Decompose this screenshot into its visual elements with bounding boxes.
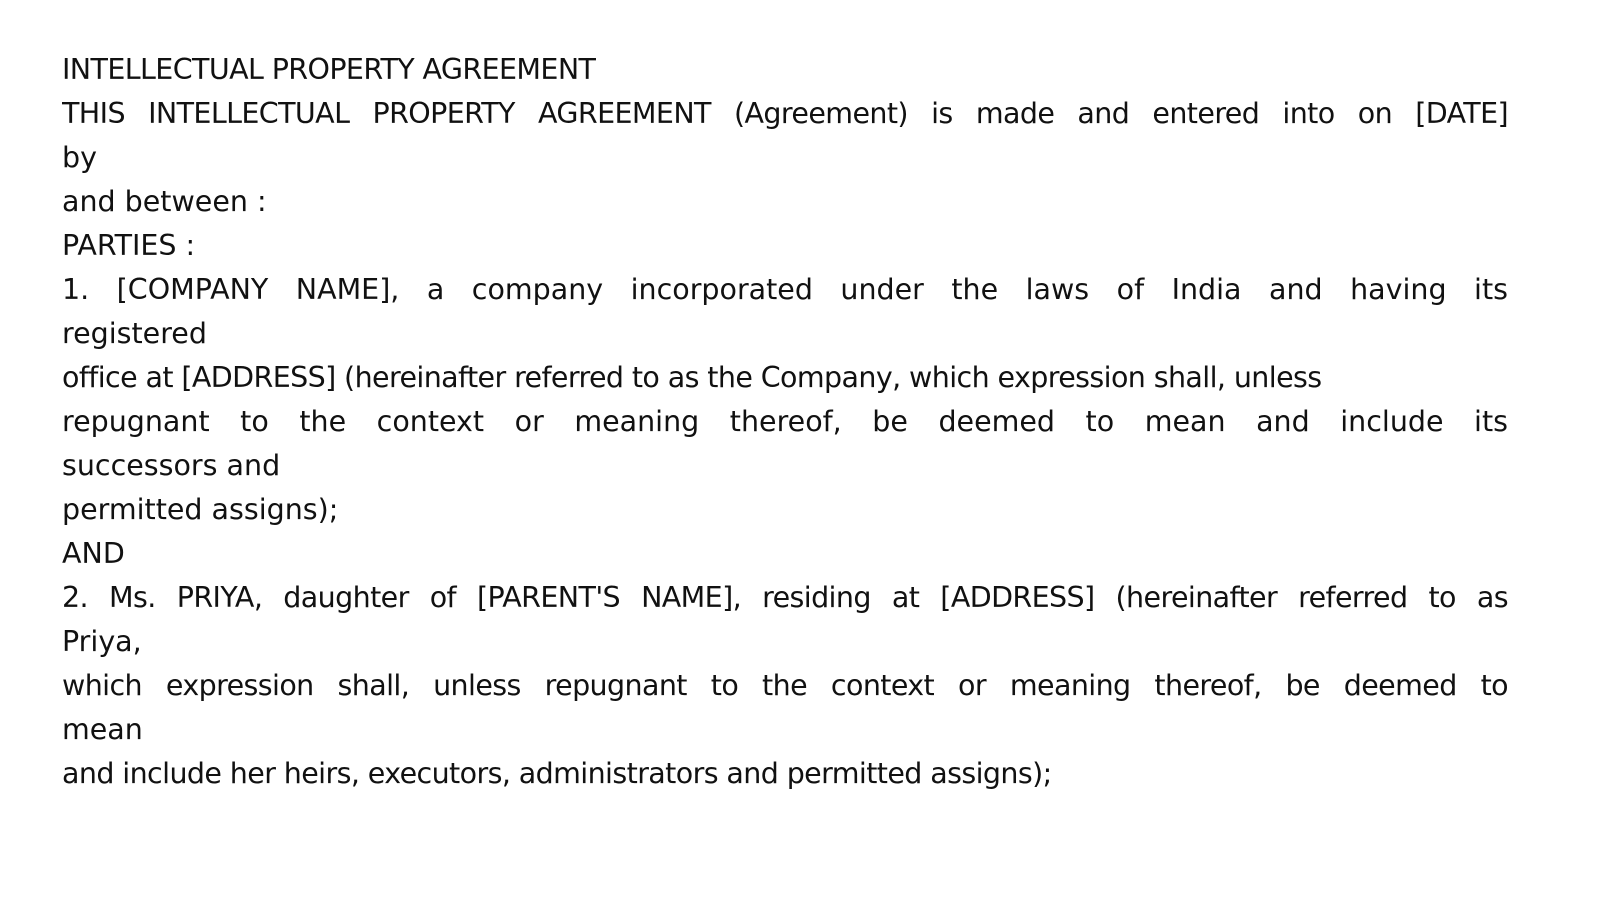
document-line: mean: [62, 713, 143, 746]
document-line: THIS INTELLECTUAL PROPERTY AGREEMENT (Ag…: [62, 97, 1508, 130]
document-line: 1. [COMPANY NAME], a company incorporate…: [62, 273, 1508, 306]
document-line: registered: [62, 317, 207, 350]
document-line: PARTIES :: [62, 229, 196, 262]
document-title: INTELLECTUAL PROPERTY AGREEMENT: [62, 53, 596, 86]
document-line: office at [ADDRESS] (hereinafter referre…: [62, 361, 1322, 394]
document-line: and include her heirs, executors, admini…: [62, 757, 1052, 790]
document-line: Priya,: [62, 625, 142, 658]
document-line: and between :: [62, 185, 267, 218]
document-line: repugnant to the context or meaning ther…: [62, 405, 1508, 438]
document-line: 2. Ms. PRIYA, daughter of [PARENT'S NAME…: [62, 581, 1508, 614]
document-line: permitted assigns);: [62, 493, 339, 526]
document-body: INTELLECTUAL PROPERTY AGREEMENT THIS INT…: [62, 48, 1508, 796]
document-line: by: [62, 141, 97, 174]
document-line: AND: [62, 537, 125, 570]
document-line: successors and: [62, 449, 281, 482]
document-line: which expression shall, unless repugnant…: [62, 669, 1508, 702]
